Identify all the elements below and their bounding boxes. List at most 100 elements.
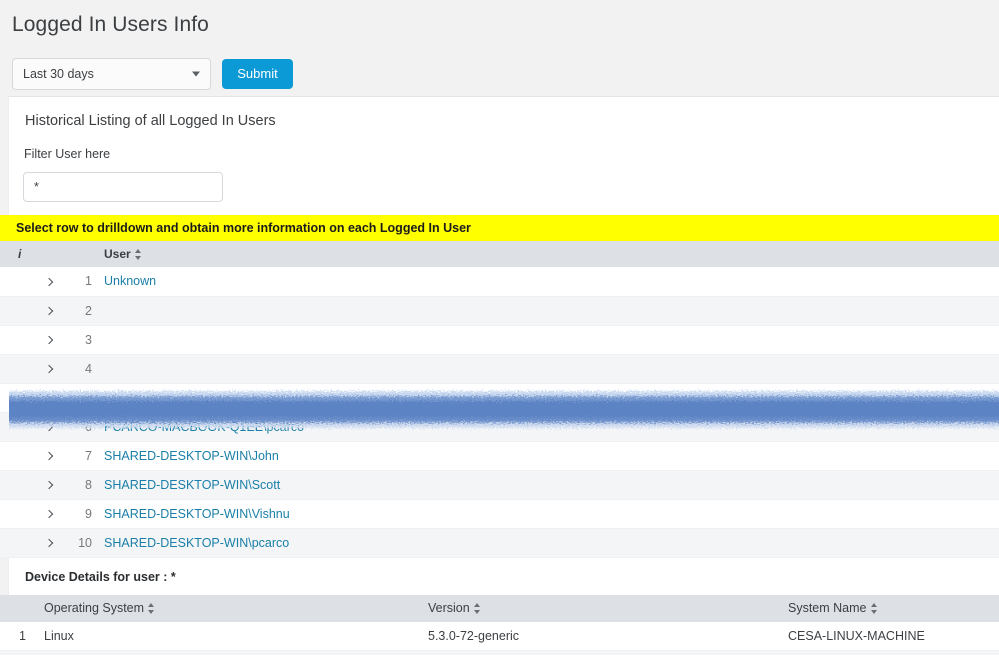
device-row-number-cell: 1: [0, 621, 34, 651]
controls-row: Last 30 days Submit: [0, 40, 999, 92]
chevron-right-icon: [44, 393, 54, 403]
row-number-cell: 4: [64, 354, 98, 384]
device-row-number-column-header: [0, 594, 34, 622]
operating-system-column-label: Operating System: [44, 601, 145, 615]
user-link[interactable]: SHARED-DESKTOP-WIN\John: [104, 449, 279, 463]
table-row[interactable]: 2: [0, 296, 999, 326]
operating-system-cell: Linux: [34, 621, 428, 651]
expand-row-button[interactable]: [34, 296, 64, 326]
version-column-label: Version: [428, 601, 470, 615]
device-row-number-cell: 2: [0, 650, 34, 655]
system-name-column-header[interactable]: System Name: [788, 594, 999, 622]
user-cell[interactable]: PCARCO-MACBOOK-Q1EE\pcarco: [98, 412, 999, 442]
user-column-header[interactable]: User: [98, 241, 999, 267]
user-cell[interactable]: Unknown: [98, 267, 999, 297]
device-details-table: Operating System Version System Name 1 Li…: [0, 594, 999, 655]
user-cell[interactable]: [98, 325, 999, 355]
expand-row-button[interactable]: [34, 325, 64, 355]
system-name-column-label: System Name: [788, 601, 867, 615]
sort-icon[interactable]: [148, 603, 155, 615]
user-link[interactable]: SHARED-DESKTOP-WIN\pcarco: [104, 536, 289, 550]
user-cell[interactable]: SHARED-DESKTOP-WIN\pcarco: [98, 528, 999, 558]
device-table-header-row: Operating System Version System Name: [0, 594, 999, 622]
info-cell: [0, 267, 34, 297]
table-row[interactable]: 9 SHARED-DESKTOP-WIN\Vishnu: [0, 499, 999, 529]
table-row[interactable]: 3: [0, 325, 999, 355]
chevron-right-icon: [44, 451, 54, 461]
expand-row-button[interactable]: [34, 267, 64, 297]
row-number-cell: 1: [64, 267, 98, 297]
table-row[interactable]: 10 SHARED-DESKTOP-WIN\pcarco: [0, 528, 999, 558]
user-cell[interactable]: [98, 296, 999, 326]
info-cell: [0, 499, 34, 529]
user-column-label: User: [104, 247, 131, 261]
chevron-right-icon: [44, 480, 54, 490]
chevron-right-icon: [44, 422, 54, 432]
user-cell[interactable]: SHARED-DESKTOP-WIN\John: [98, 441, 999, 471]
chevron-right-icon: [44, 335, 54, 345]
table-row[interactable]: 1 Unknown: [0, 267, 999, 297]
page-root: Logged In Users Info Last 30 days Submit…: [0, 0, 999, 655]
page-title: Logged In Users Info: [12, 13, 209, 36]
user-link[interactable]: SHARED-DESKTOP-WIN\Vishnu: [104, 507, 290, 521]
expand-column-header: [34, 241, 64, 267]
row-number-cell: 9: [64, 499, 98, 529]
table-row[interactable]: 1 Linux 5.3.0-72-generic CESA-LINUX-MACHINE: [0, 621, 999, 651]
expand-row-button[interactable]: [34, 470, 64, 500]
filter-label: Filter User here: [24, 147, 111, 161]
table-row[interactable]: 2Linux5.3.0-76-genericCESA-LINUX-MACHINE: [0, 650, 999, 655]
operating-system-column-header[interactable]: Operating System: [34, 594, 428, 622]
expand-row-button[interactable]: [34, 499, 64, 529]
row-number-cell: 10: [64, 528, 98, 558]
user-cell[interactable]: SHARED-DESKTOP-WIN\Scott: [98, 470, 999, 500]
chevron-right-icon: [44, 306, 54, 316]
sort-icon[interactable]: [473, 603, 481, 615]
drilldown-notice: Select row to drilldown and obtain more …: [0, 215, 999, 241]
chevron-down-icon: [192, 71, 200, 76]
row-number-cell: 6: [64, 412, 98, 442]
device-details-heading: Device Details for user : *: [9, 557, 999, 595]
panel-heading: Historical Listing of all Logged In User…: [25, 113, 276, 129]
sort-icon[interactable]: [870, 603, 878, 615]
user-link[interactable]: Unknown: [104, 274, 156, 288]
row-number-cell: 2: [64, 296, 98, 326]
chevron-right-icon: [44, 364, 54, 374]
time-range-select[interactable]: Last 30 days: [12, 57, 211, 90]
operating-system-cell: Linux: [34, 650, 428, 655]
row-number-cell: 5: [64, 383, 98, 413]
user-cell[interactable]: [98, 354, 999, 384]
table-row[interactable]: 4: [0, 354, 999, 384]
version-column-header[interactable]: Version: [428, 594, 788, 622]
users-table-header-row: i User: [0, 241, 999, 267]
system-name-cell: CESA-LINUX-MACHINE: [788, 621, 999, 651]
info-cell: [0, 470, 34, 500]
expand-row-button[interactable]: [34, 441, 64, 471]
row-number-column-header: [64, 241, 98, 267]
user-cell[interactable]: [98, 383, 999, 413]
sort-icon[interactable]: [134, 249, 142, 261]
expand-row-button[interactable]: [34, 412, 64, 442]
info-cell: [0, 383, 34, 413]
expand-row-button[interactable]: [34, 528, 64, 558]
users-table-body: 1 Unknown 2 3 4 5 6 PCARCO-MACBOOK-Q1EE\pcarco 7…: [0, 267, 999, 558]
version-cell: 5.3.0-72-generic: [428, 621, 788, 651]
device-table-body: 1 Linux 5.3.0-72-generic CESA-LINUX-MACHINE…: [0, 621, 999, 655]
chevron-right-icon: [44, 538, 54, 548]
time-range-value: Last 30 days: [23, 66, 94, 81]
info-cell: [0, 296, 34, 326]
expand-row-button[interactable]: [34, 383, 64, 413]
table-row[interactable]: 7 SHARED-DESKTOP-WIN\John: [0, 441, 999, 471]
user-cell[interactable]: SHARED-DESKTOP-WIN\Vishnu: [98, 499, 999, 529]
user-link[interactable]: PCARCO-MACBOOK-Q1EE\pcarco: [104, 420, 304, 434]
info-cell: [0, 412, 34, 442]
submit-button[interactable]: Submit: [222, 58, 293, 89]
user-link[interactable]: SHARED-DESKTOP-WIN\Scott: [104, 478, 280, 492]
row-number-cell: 7: [64, 441, 98, 471]
table-row[interactable]: 6 PCARCO-MACBOOK-Q1EE\pcarco: [0, 412, 999, 442]
info-column-header[interactable]: i: [0, 241, 34, 267]
filter-user-input[interactable]: [23, 172, 223, 202]
table-row[interactable]: 5: [0, 383, 999, 413]
info-cell: [0, 354, 34, 384]
expand-row-button[interactable]: [34, 354, 64, 384]
table-row[interactable]: 8 SHARED-DESKTOP-WIN\Scott: [0, 470, 999, 500]
